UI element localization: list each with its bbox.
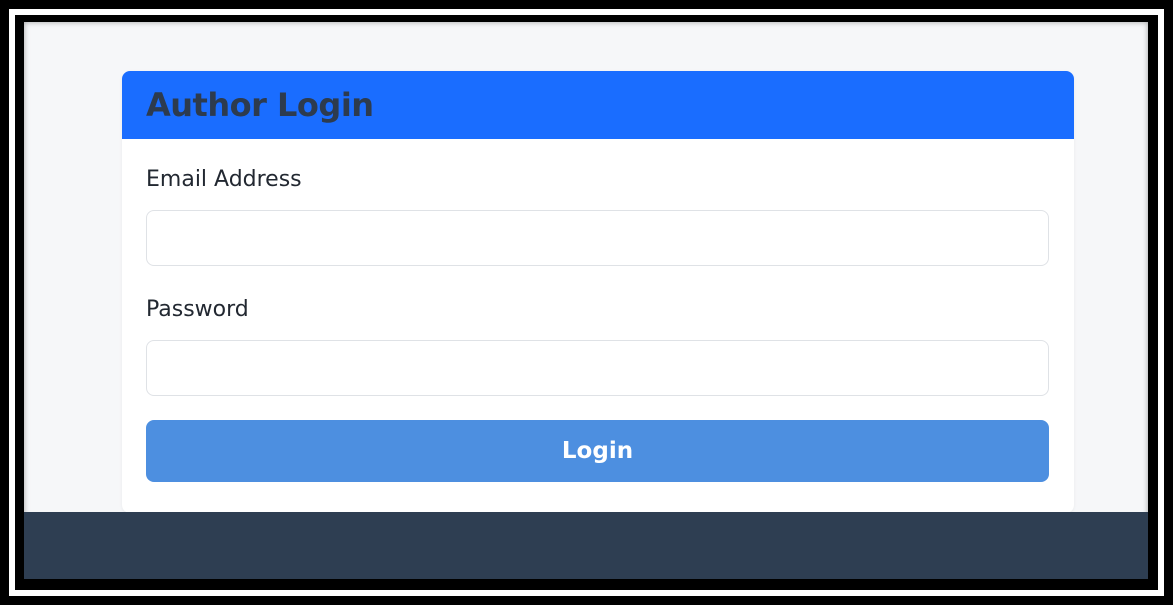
- email-label: Email Address: [146, 167, 302, 192]
- page-footer: [24, 512, 1148, 579]
- email-field[interactable]: [146, 210, 1049, 266]
- page-title: Author Login: [146, 86, 374, 124]
- password-label: Password: [146, 297, 249, 322]
- screenshot-frame: Author Login Email Address Password Logi…: [0, 0, 1173, 605]
- email-field-group: Email Address: [146, 167, 1050, 266]
- login-card: Author Login Email Address Password Logi…: [122, 71, 1074, 513]
- password-field-group: Password: [146, 297, 1050, 396]
- login-button[interactable]: Login: [146, 420, 1049, 482]
- login-card-header: Author Login: [122, 71, 1074, 139]
- password-field[interactable]: [146, 340, 1049, 396]
- page-viewport: Author Login Email Address Password Logi…: [24, 22, 1148, 579]
- login-form: Email Address Password Login: [122, 139, 1074, 482]
